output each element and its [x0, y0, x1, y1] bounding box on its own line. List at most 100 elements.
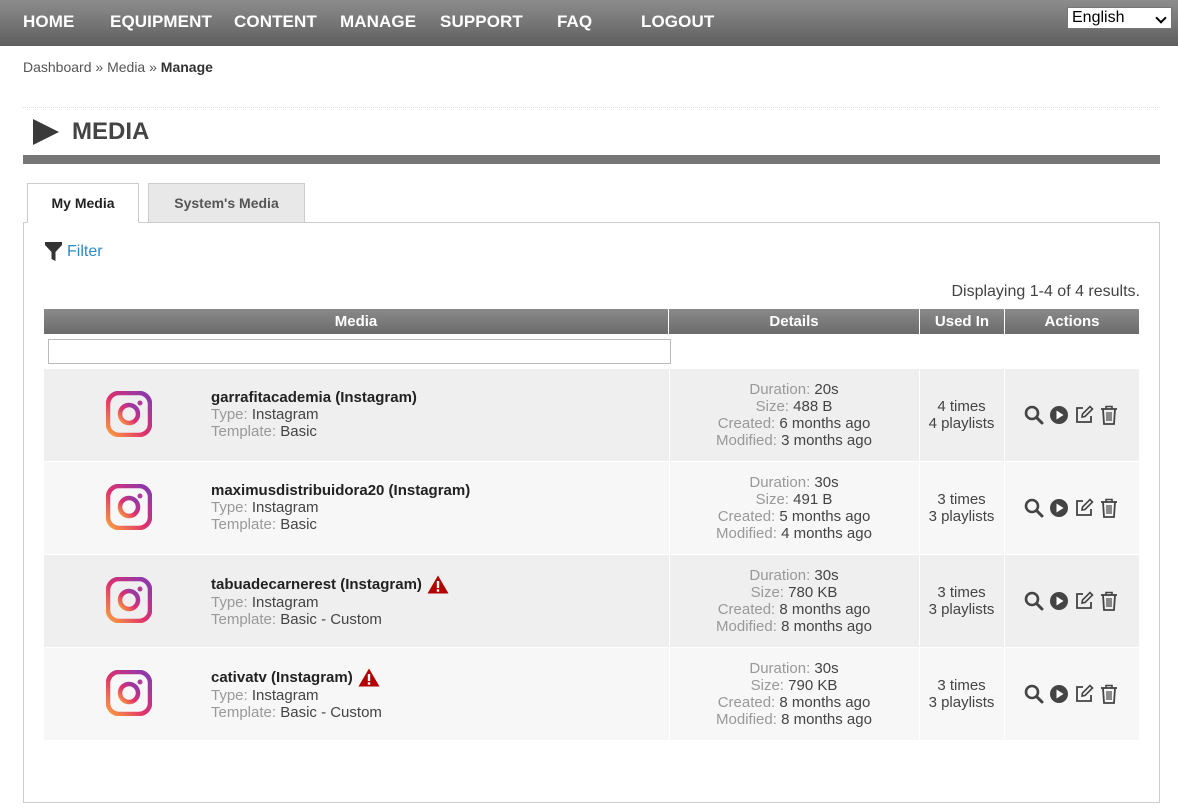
play-button[interactable]: [1049, 591, 1069, 611]
chevron-down-icon: [1155, 12, 1167, 24]
used-playlists[interactable]: 4 playlists: [919, 415, 1004, 432]
used-times: 3 times: [937, 584, 986, 601]
filter-label: Filter: [67, 243, 103, 260]
filter-icon: [45, 242, 62, 261]
nav-content[interactable]: CONTENT: [234, 12, 317, 32]
created-label: Created:: [717, 415, 776, 432]
size-label: Size:: [755, 491, 789, 508]
edit-button[interactable]: [1074, 591, 1094, 611]
created-value: 8 months ago: [779, 694, 871, 711]
play-button[interactable]: [1049, 405, 1069, 425]
language-select[interactable]: English: [1067, 7, 1172, 29]
nav-faq[interactable]: FAQ: [557, 12, 592, 32]
breadcrumb-current: Manage: [160, 59, 213, 75]
media-name[interactable]: tabuadecarnerest (Instagram): [211, 575, 449, 594]
preview-button[interactable]: [1024, 591, 1044, 611]
delete-button[interactable]: [1099, 684, 1119, 704]
search-icon: [1024, 405, 1044, 425]
template-label: Template:: [211, 611, 277, 628]
delete-button[interactable]: [1099, 405, 1119, 425]
used-playlists[interactable]: 3 playlists: [919, 694, 1004, 711]
media-name[interactable]: maximusdistribuidora20 (Instagram): [211, 482, 470, 499]
breadcrumb-dashboard[interactable]: Dashboard: [23, 59, 92, 75]
used-in: 4 times 4 playlists: [919, 398, 1004, 432]
nav-home[interactable]: HOME: [23, 12, 74, 32]
nav-equipment[interactable]: EQUIPMENT: [110, 12, 212, 32]
column-header-media[interactable]: Media: [44, 309, 669, 334]
used-in: 3 times 3 playlists: [919, 491, 1004, 525]
results-summary: Displaying 1-4 of 4 results.: [951, 283, 1140, 300]
media-name[interactable]: cativatv (Instagram): [211, 668, 382, 687]
edit-icon: [1076, 405, 1094, 423]
table-row: cativatv (Instagram) Type: Instagram Tem…: [44, 648, 1139, 740]
table-header: Media Details Used In Actions: [44, 309, 1139, 334]
created-label: Created:: [717, 601, 776, 618]
type-value: Instagram: [251, 687, 319, 704]
play-button[interactable]: [1049, 498, 1069, 518]
media-name[interactable]: garrafitacademia (Instagram): [211, 389, 417, 406]
delete-button[interactable]: [1099, 498, 1119, 518]
type-value: Instagram: [251, 499, 319, 516]
column-header-actions: Actions: [1044, 313, 1100, 330]
duration-label: Duration:: [749, 381, 811, 398]
used-playlists[interactable]: 3 playlists: [919, 508, 1004, 525]
modified-value: 8 months ago: [781, 618, 872, 635]
template-value: Basic: [280, 516, 317, 533]
breadcrumb-media[interactable]: Media: [107, 59, 145, 75]
media-title: tabuadecarnerest (Instagram): [211, 576, 422, 593]
media-details: Duration: 30s Size: 780 KB Created: 8 mo…: [669, 567, 919, 635]
template-label: Template:: [211, 423, 277, 440]
duration-label: Duration:: [749, 474, 811, 491]
media-info: garrafitacademia (Instagram) Type: Insta…: [211, 389, 417, 440]
preview-button[interactable]: [1024, 498, 1044, 518]
cell-divider: [1004, 369, 1005, 461]
edit-icon: [1076, 684, 1094, 702]
template-label: Template:: [211, 704, 277, 721]
instagram-icon[interactable]: [106, 484, 152, 530]
row-actions: [1024, 405, 1119, 425]
search-icon: [1024, 498, 1044, 518]
tab-systems-media[interactable]: System's Media: [148, 183, 305, 223]
instagram-icon[interactable]: [106, 577, 152, 623]
delete-button[interactable]: [1099, 591, 1119, 611]
template-value: Basic - Custom: [280, 611, 382, 628]
used-playlists[interactable]: 3 playlists: [919, 601, 1004, 618]
column-header-details: Details: [669, 309, 920, 334]
breadcrumb-separator: »: [149, 59, 157, 75]
preview-button[interactable]: [1024, 405, 1044, 425]
play-button[interactable]: [1049, 684, 1069, 704]
instagram-icon[interactable]: [106, 391, 152, 437]
nav-logout[interactable]: LOGOUT: [641, 12, 714, 32]
duration-value: 30s: [814, 660, 839, 677]
modified-value: 3 months ago: [781, 432, 872, 449]
trash-icon: [1101, 498, 1117, 518]
column-header-used-in: Used In: [920, 309, 1005, 334]
play-icon: [1050, 406, 1068, 424]
preview-button[interactable]: [1024, 684, 1044, 704]
play-icon: [1050, 685, 1068, 703]
edit-button[interactable]: [1074, 498, 1094, 518]
table-row: maximusdistribuidora20 (Instagram) Type:…: [44, 462, 1139, 554]
used-times: 3 times: [937, 677, 986, 694]
nav-manage[interactable]: MANAGE: [340, 12, 416, 32]
edit-button[interactable]: [1074, 405, 1094, 425]
type-label: Type:: [211, 594, 248, 611]
tab-my-media[interactable]: My Media: [27, 183, 139, 223]
size-value: 780 KB: [788, 584, 838, 601]
search-icon: [1024, 684, 1044, 704]
media-info: maximusdistribuidora20 (Instagram) Type:…: [211, 482, 470, 533]
media-search-input[interactable]: [48, 339, 671, 364]
type-label: Type:: [211, 406, 248, 423]
nav-support[interactable]: SUPPORT: [440, 12, 523, 32]
created-label: Created:: [717, 508, 776, 525]
instagram-icon[interactable]: [106, 670, 152, 716]
template-label: Template:: [211, 516, 277, 533]
created-value: 8 months ago: [779, 601, 871, 618]
cell-divider: [1004, 555, 1005, 647]
edit-button[interactable]: [1074, 684, 1094, 704]
modified-label: Modified:: [716, 711, 777, 728]
media-details: Duration: 20s Size: 488 B Created: 6 mon…: [669, 381, 919, 449]
media-info: cativatv (Instagram) Type: Instagram Tem…: [211, 668, 382, 721]
filter-link[interactable]: Filter: [45, 242, 103, 262]
type-label: Type:: [211, 687, 248, 704]
